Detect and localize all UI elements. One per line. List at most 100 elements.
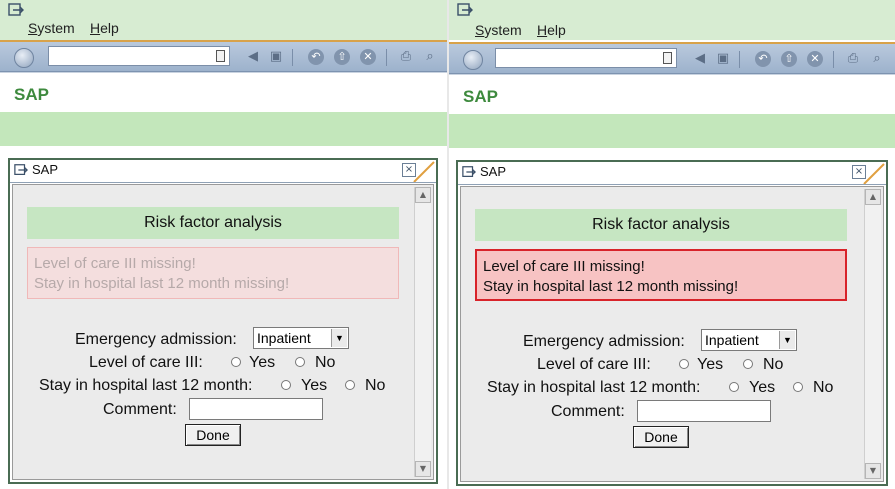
care-yes-label: Yes [697,356,724,373]
dialog-titlebar[interactable]: SAP × [458,162,886,185]
enter-check-icon[interactable] [463,50,483,70]
left-sap-window: System Help ◀ ▣ ↶ ⇧ ✕ ⎙ ⌕ SAP SAP × ▲ ▼ … [0,0,447,489]
care-yes-radio[interactable] [231,357,241,367]
done-button[interactable]: Done [185,424,241,446]
back-icon[interactable]: ↶ [755,51,771,67]
emergency-admission-select[interactable]: Inpatient ▼ [701,329,797,351]
back-arrow-icon[interactable]: ◀ [692,51,708,67]
dialog-title: SAP [32,162,59,177]
stay-yes-radio[interactable] [729,382,739,392]
emergency-admission-select[interactable]: Inpatient ▼ [253,327,349,349]
standard-toolbar: ◀ ▣ ↶ ⇧ ✕ ⎙ ⌕ [449,42,895,74]
scroll-down-icon[interactable]: ▼ [865,463,881,479]
stay-no-radio[interactable] [345,380,355,390]
dialog-titlebar[interactable]: SAP × [10,160,436,183]
toolbar-separator [292,49,293,66]
toolbar-separator [739,51,740,68]
stay-no-label: No [813,379,834,396]
error-message-box: Level of care III missing! Stay in hospi… [475,249,847,301]
title-area: SAP [449,74,895,115]
risk-factor-header: Risk factor analysis [27,207,399,239]
back-icon[interactable]: ↶ [308,49,324,65]
title-area: SAP [0,72,447,113]
dialog-title: SAP [480,164,507,179]
scroll-up-icon[interactable]: ▲ [415,187,431,203]
find-icon[interactable]: ⌕ [869,51,885,67]
dialog-system-icon[interactable] [14,163,28,177]
menu-bar: System Help [0,0,447,40]
system-menu-icon[interactable] [8,3,24,17]
care-no-radio[interactable] [295,357,305,367]
stay-in-hospital-label: Stay in hospital last 12 month: [487,379,701,396]
care-yes-radio[interactable] [679,359,689,369]
care-no-label: No [315,354,336,371]
level-of-care-label: Level of care III: [89,354,203,371]
stay-in-hospital-label: Stay in hospital last 12 month: [39,377,253,394]
level-of-care-label: Level of care III: [537,356,651,373]
stay-no-radio[interactable] [793,382,803,392]
scroll-down-icon[interactable]: ▼ [415,461,431,477]
page-title: SAP [14,85,49,104]
command-field-dropdown-icon[interactable] [663,52,672,64]
scroll-up-icon[interactable]: ▲ [865,189,881,205]
page-title: SAP [463,87,498,106]
save-icon[interactable]: ▣ [268,49,284,65]
system-menu-icon[interactable] [457,3,473,17]
risk-factor-header: Risk factor analysis [475,209,847,241]
vertical-scrollbar[interactable]: ▲ ▼ [414,187,431,477]
emergency-admission-label: Emergency admission: [75,331,237,348]
print-icon[interactable]: ⎙ [398,49,414,65]
comment-label: Comment: [551,403,625,420]
stay-yes-label: Yes [301,377,328,394]
toolbar-separator [833,51,834,68]
menu-help[interactable]: Help [90,20,119,36]
save-icon[interactable]: ▣ [715,51,731,67]
vertical-scrollbar[interactable]: ▲ ▼ [864,189,881,479]
right-sap-window: System Help ◀ ▣ ↶ ⇧ ✕ ⎙ ⌕ SAP SAP × ▲ ▼ … [449,0,895,489]
chevron-down-icon[interactable]: ▼ [779,331,795,349]
dialog-body: ▲ ▼ Risk factor analysis Level of care I… [460,186,884,482]
application-toolbar [0,112,447,146]
comment-input[interactable] [189,398,323,420]
application-toolbar [449,114,895,148]
chevron-down-icon[interactable]: ▼ [331,329,347,347]
risk-factor-dialog: SAP × ▲ ▼ Risk factor analysis Level of … [8,158,438,484]
find-icon[interactable]: ⌕ [422,49,438,65]
care-no-label: No [763,356,784,373]
print-icon[interactable]: ⎙ [845,51,861,67]
error-message-stay: Stay in hospital last 12 month missing! [34,275,290,292]
command-field[interactable] [48,46,230,66]
dialog-system-icon[interactable] [462,165,476,179]
emergency-admission-value: Inpatient [705,332,759,348]
standard-toolbar: ◀ ▣ ↶ ⇧ ✕ ⎙ ⌕ [0,40,447,72]
care-yes-label: Yes [249,354,276,371]
stay-yes-radio[interactable] [281,380,291,390]
menu-system[interactable]: System [475,22,522,38]
comment-label: Comment: [103,401,177,418]
care-no-radio[interactable] [743,359,753,369]
error-message-care: Level of care III missing! [34,255,196,272]
exit-icon[interactable]: ⇧ [334,49,350,65]
back-arrow-icon[interactable]: ◀ [245,49,261,65]
menu-help[interactable]: Help [537,22,566,38]
toolbar-separator [386,49,387,66]
comment-input[interactable] [637,400,771,422]
stay-yes-label: Yes [749,379,776,396]
command-field-dropdown-icon[interactable] [216,50,225,62]
cancel-icon[interactable]: ✕ [807,51,823,67]
menu-system[interactable]: System [28,20,75,36]
enter-check-icon[interactable] [14,48,34,68]
error-message-box: Level of care III missing! Stay in hospi… [27,247,399,299]
exit-icon[interactable]: ⇧ [781,51,797,67]
cancel-icon[interactable]: ✕ [360,49,376,65]
risk-factor-dialog: SAP × ▲ ▼ Risk factor analysis Level of … [456,160,888,486]
command-field[interactable] [495,48,677,68]
titlebar-corner-decoration [863,163,885,184]
done-button[interactable]: Done [633,426,689,448]
error-message-care: Level of care III missing! [483,258,645,275]
error-message-stay: Stay in hospital last 12 month missing! [483,278,739,295]
emergency-admission-value: Inpatient [257,330,311,346]
menu-bar: System Help [449,0,895,40]
emergency-admission-label: Emergency admission: [523,333,685,350]
stay-no-label: No [365,377,386,394]
